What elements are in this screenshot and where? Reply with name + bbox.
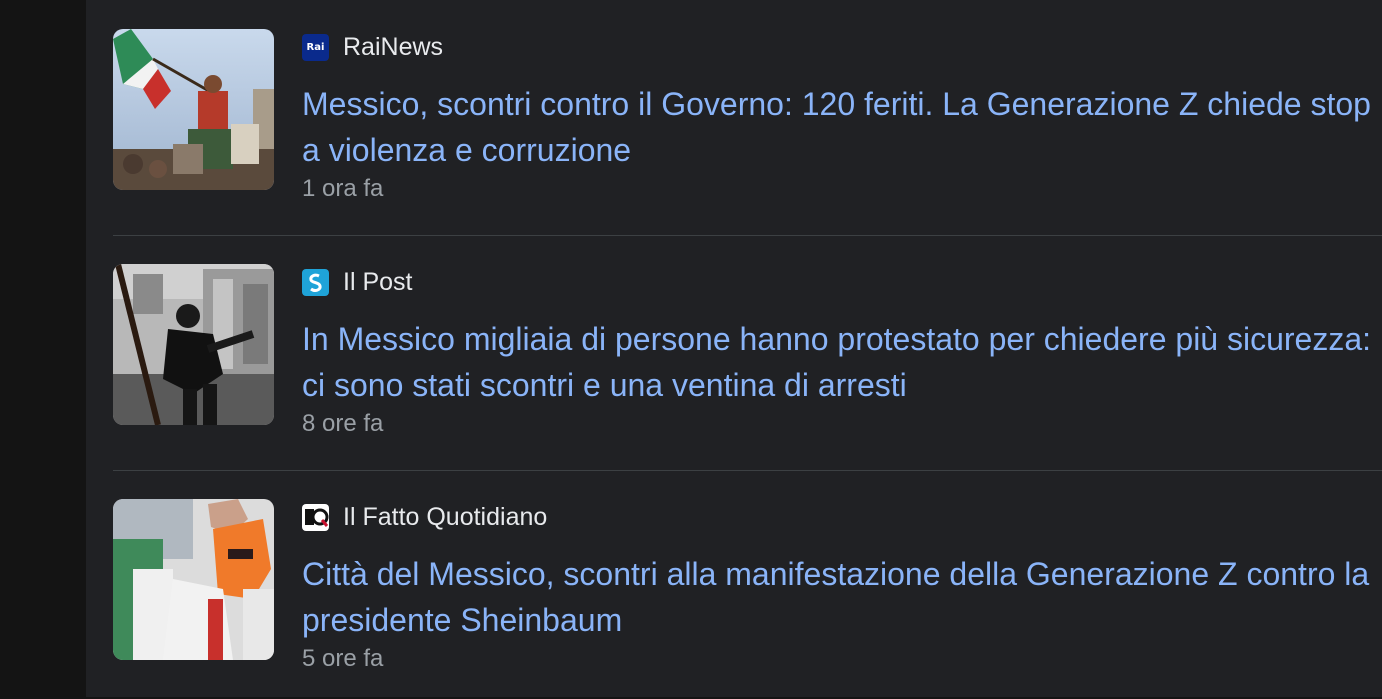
article-time: 5 ore fa (302, 645, 384, 672)
ilfatto-logo-icon (302, 503, 329, 531)
rai-logo-text: Rai (306, 41, 325, 53)
article-source[interactable]: Il Fatto Quotidiano (302, 502, 547, 532)
article-headline[interactable]: Messico, scontri contro il Governo: 120 … (302, 81, 1377, 173)
article-thumbnail[interactable] (113, 29, 274, 190)
divider (113, 235, 1382, 236)
article-time: 8 ore fa (302, 410, 384, 437)
left-gutter (0, 0, 86, 697)
article-time: 1 ora fa (302, 175, 384, 202)
source-name: Il Post (343, 268, 413, 296)
rai-logo-icon: Rai (302, 33, 329, 61)
divider (113, 470, 1382, 471)
article-source[interactable]: Rai RaiNews (302, 32, 443, 62)
article-source[interactable]: Il Post (302, 267, 412, 297)
source-name: Il Fatto Quotidiano (343, 503, 548, 531)
article-thumbnail[interactable] (113, 264, 274, 425)
news-article[interactable]: Il Post In Messico migliaia di persone h… (113, 264, 1382, 464)
article-headline[interactable]: Città del Messico, scontri alla manifest… (302, 551, 1377, 643)
source-name: RaiNews (343, 33, 444, 61)
article-thumbnail[interactable] (113, 499, 274, 660)
news-article[interactable]: Il Fatto Quotidiano Città del Messico, s… (113, 499, 1382, 699)
news-article[interactable]: Rai RaiNews Messico, scontri contro il G… (113, 29, 1382, 229)
ilpost-logo-icon (302, 268, 329, 296)
article-headline[interactable]: In Messico migliaia di persone hanno pro… (302, 316, 1377, 408)
